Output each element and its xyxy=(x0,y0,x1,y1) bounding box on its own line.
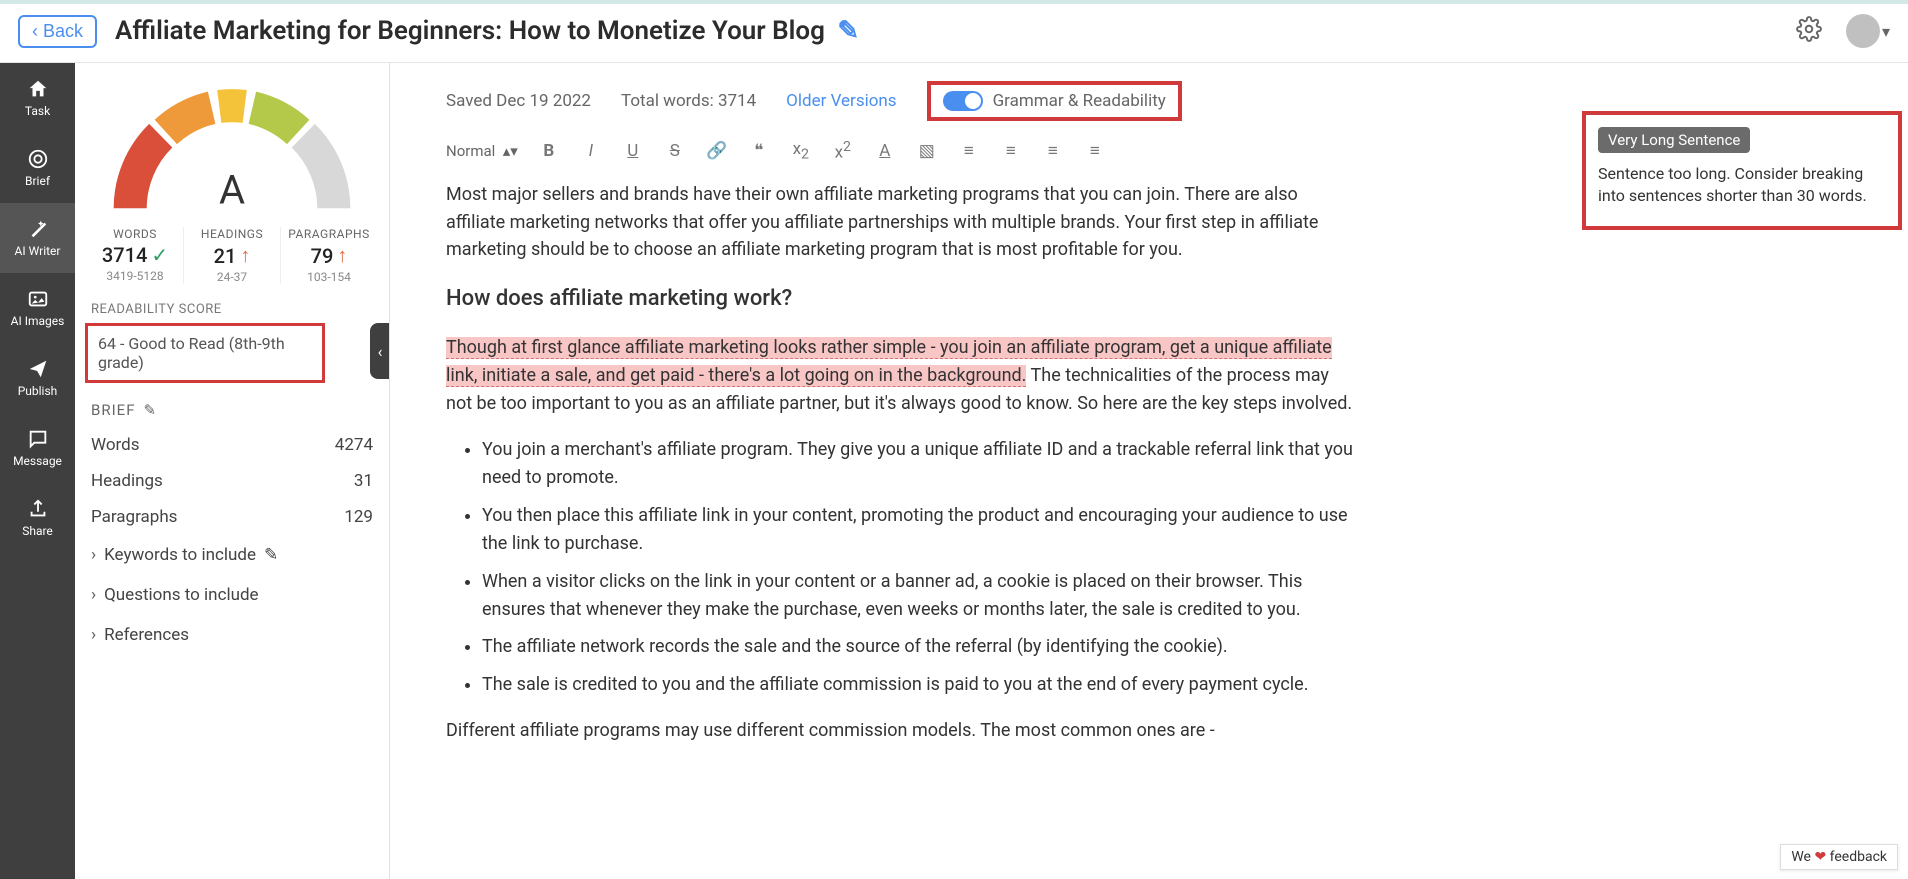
stat-paragraphs: PARAGRAPHS 79↑ 103-154 xyxy=(281,227,377,284)
edit-icon[interactable]: ✎ xyxy=(264,545,278,565)
list-item: When a visitor clicks on the link in you… xyxy=(482,568,1358,624)
bold-button[interactable]: B xyxy=(538,141,560,161)
indent-button[interactable]: ≡ xyxy=(1042,141,1064,161)
superscript-button[interactable]: x2 xyxy=(832,139,854,163)
stats-row: WORDS 3714✓ 3419-5128 HEADINGS 21↑ 24-37… xyxy=(75,221,389,284)
chevron-down-icon: ▾ xyxy=(1882,22,1890,41)
brief-words: Words4274 xyxy=(75,427,389,463)
text-color-button[interactable]: A xyxy=(874,141,896,161)
heading: How does affiliate marketing work? xyxy=(446,282,1358,316)
feedback-widget[interactable]: We ❤ feedback xyxy=(1780,844,1898,870)
arrow-up-icon: ↑ xyxy=(240,243,250,268)
readability-score: 64 - Good to Read (8th-9th grade) xyxy=(85,323,325,383)
grammar-toggle-wrap: Grammar & Readability xyxy=(927,81,1182,121)
send-icon xyxy=(27,358,49,380)
brief-questions[interactable]: ›Questions to include xyxy=(75,575,389,615)
nav-message[interactable]: Message xyxy=(0,413,75,483)
avatar-icon xyxy=(1846,14,1880,48)
paragraph: Different affiliate programs may use dif… xyxy=(446,717,1358,745)
strike-button[interactable]: S xyxy=(664,141,686,161)
editor-main: Saved Dec 19 2022 Total words: 3714 Olde… xyxy=(390,63,1908,879)
target-icon xyxy=(27,148,49,170)
paragraph: Most major sellers and brands have their… xyxy=(446,181,1358,265)
quote-button[interactable]: ❝ xyxy=(748,141,770,161)
nav-task[interactable]: Task xyxy=(0,63,75,133)
page-title: Affiliate Marketing for Beginners: How t… xyxy=(115,16,1796,46)
grammar-tooltip: Very Long Sentence Sentence too long. Co… xyxy=(1582,111,1902,230)
ordered-list-button[interactable]: ≡ xyxy=(958,141,980,161)
editor-content[interactable]: Most major sellers and brands have their… xyxy=(422,177,1382,803)
chevron-right-icon: › xyxy=(91,545,96,565)
list-item: You join a merchant's affiliate program.… xyxy=(482,436,1358,492)
subscript-button[interactable]: x2 xyxy=(790,139,812,162)
nav-ai-images[interactable]: AI Images xyxy=(0,273,75,343)
outdent-button[interactable]: ≡ xyxy=(1084,141,1106,161)
check-icon: ✓ xyxy=(151,243,168,267)
grade-letter: A xyxy=(219,167,245,214)
tooltip-body: Sentence too long. Consider breaking int… xyxy=(1598,163,1886,208)
list-item: The affiliate network records the sale a… xyxy=(482,633,1358,661)
settings-icon[interactable] xyxy=(1796,16,1822,46)
brief-headings: Headings31 xyxy=(75,463,389,499)
grammar-toggle[interactable] xyxy=(943,91,983,111)
home-icon xyxy=(27,78,49,100)
tooltip-title: Very Long Sentence xyxy=(1598,127,1750,153)
italic-button[interactable]: I xyxy=(580,141,602,161)
grammar-label: Grammar & Readability xyxy=(993,91,1166,111)
arrow-up-icon: ↑ xyxy=(337,243,347,268)
underline-button[interactable]: U xyxy=(622,141,644,161)
wand-icon xyxy=(27,218,49,240)
stat-words: WORDS 3714✓ 3419-5128 xyxy=(87,227,184,284)
nav-brief[interactable]: Brief xyxy=(0,133,75,203)
back-label: Back xyxy=(43,21,83,41)
heart-icon: ❤ xyxy=(1814,849,1826,865)
user-menu[interactable]: ▾ xyxy=(1846,14,1890,48)
brief-keywords[interactable]: ›Keywords to include✎ xyxy=(75,535,389,575)
image-icon xyxy=(27,288,49,310)
brief-paragraphs: Paragraphs129 xyxy=(75,499,389,535)
nav-share[interactable]: Share xyxy=(0,483,75,553)
share-icon xyxy=(27,498,49,520)
list-item: The sale is credited to you and the affi… xyxy=(482,671,1358,699)
older-versions-link[interactable]: Older Versions xyxy=(786,91,896,111)
edit-brief-icon[interactable]: ✎ xyxy=(144,401,158,419)
brief-header: BRIEF ✎ xyxy=(75,383,389,427)
total-words: Total words: 3714 xyxy=(621,91,756,111)
nav-publish[interactable]: Publish xyxy=(0,343,75,413)
chevron-right-icon: › xyxy=(91,585,96,605)
collapse-panel-button[interactable]: ‹ xyxy=(370,323,390,379)
saved-status: Saved Dec 19 2022 xyxy=(446,91,591,111)
readability-label: READABILITY SCORE xyxy=(75,284,389,323)
stat-headings: HEADINGS 21↑ 24-37 xyxy=(184,227,281,284)
back-button[interactable]: ‹ Back xyxy=(18,15,97,48)
content-grade-gauge: A xyxy=(102,81,362,221)
chevron-left-icon: ‹ xyxy=(32,21,38,41)
list-item: You then place this affiliate link in yo… xyxy=(482,502,1358,558)
paragraph: Though at first glance affiliate marketi… xyxy=(446,334,1358,418)
unordered-list-button[interactable]: ≡ xyxy=(1000,141,1022,161)
message-icon xyxy=(27,428,49,450)
link-button[interactable]: 🔗 xyxy=(706,141,728,161)
edit-title-icon[interactable]: ✎ xyxy=(837,16,859,46)
nav-ai-writer[interactable]: AI Writer xyxy=(0,203,75,273)
list: You join a merchant's affiliate program.… xyxy=(482,436,1358,699)
brief-references[interactable]: ›References xyxy=(75,615,389,655)
side-panel: A WORDS 3714✓ 3419-5128 HEADINGS 21↑ 24-… xyxy=(75,63,390,879)
highlight-button[interactable]: ▧ xyxy=(916,141,938,161)
format-select[interactable]: Normal ▴▾ xyxy=(446,142,518,160)
chevron-right-icon: › xyxy=(91,625,96,645)
side-nav: Task Brief AI Writer AI Images Publish M… xyxy=(0,63,75,879)
